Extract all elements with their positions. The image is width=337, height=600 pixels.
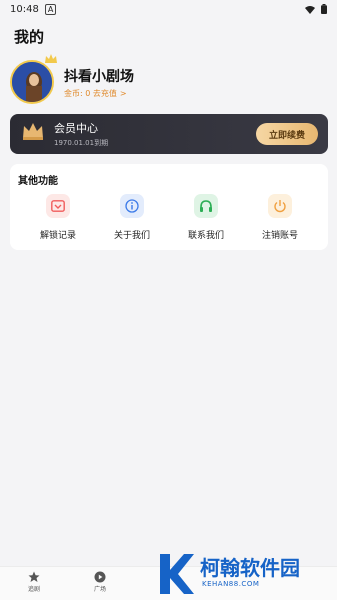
vip-card[interactable]: 会员中心 1970.01.01到期 立即续费 — [10, 114, 328, 154]
battery-icon — [321, 4, 327, 14]
info-icon — [120, 194, 144, 218]
tab-follow[interactable]: 追剧 — [14, 571, 54, 599]
status-bar: 10:48 A — [0, 0, 337, 18]
feature-label: 联系我们 — [187, 231, 224, 241]
coins-text: 金币: 0 去充值 — [64, 89, 117, 98]
status-icons — [305, 4, 327, 14]
star-icon — [28, 571, 40, 582]
profile-section[interactable]: 抖看小剧场 金币: 0 去充值 > — [10, 54, 330, 110]
feature-about-us[interactable]: 关于我们 — [102, 194, 162, 244]
headset-icon — [194, 194, 218, 218]
watermark-text: 柯翰软件园 — [200, 556, 300, 580]
notification-icon: A — [44, 3, 57, 15]
unlock-record-icon — [46, 194, 70, 218]
feature-label: 关于我们 — [113, 231, 150, 241]
status-time: 10:48 — [10, 3, 39, 15]
play-icon — [94, 571, 106, 583]
vip-expiry: 1970.01.01到期 — [54, 139, 109, 147]
page-title: 我的 — [14, 28, 45, 46]
tab-square[interactable]: 广场 — [80, 571, 120, 599]
wifi-icon — [305, 5, 315, 14]
feature-delete-account[interactable]: 注销账号 — [250, 194, 310, 244]
watermark-subtext: KEHAN88.COM — [202, 580, 260, 588]
profile-name: 抖看小剧场 — [64, 69, 134, 85]
other-features-card: 其他功能 解锁记录 关于我们 联系我们 注销账号 — [10, 164, 328, 250]
vip-crown-icon — [23, 123, 43, 140]
renew-button[interactable]: 立即续费 — [256, 123, 318, 145]
avatar-image-icon — [12, 62, 52, 102]
chevron-right-icon: > — [119, 89, 127, 98]
power-icon — [268, 194, 292, 218]
avatar[interactable] — [10, 60, 54, 104]
feature-label: 解锁记录 — [39, 231, 76, 241]
watermark: 柯翰软件园 KEHAN88.COM — [156, 550, 334, 598]
crown-icon — [45, 54, 57, 63]
coins-recharge-link[interactable]: 金币: 0 去充值 > — [64, 88, 127, 99]
feature-contact-us[interactable]: 联系我们 — [176, 194, 236, 244]
tab-label: 广场 — [93, 586, 106, 593]
tab-label: 追剧 — [27, 586, 40, 593]
feature-unlock-records[interactable]: 解锁记录 — [28, 194, 88, 244]
vip-title: 会员中心 — [54, 122, 98, 135]
watermark-logo-icon — [160, 554, 194, 594]
feature-label: 注销账号 — [261, 231, 298, 241]
features-title: 其他功能 — [18, 176, 58, 187]
